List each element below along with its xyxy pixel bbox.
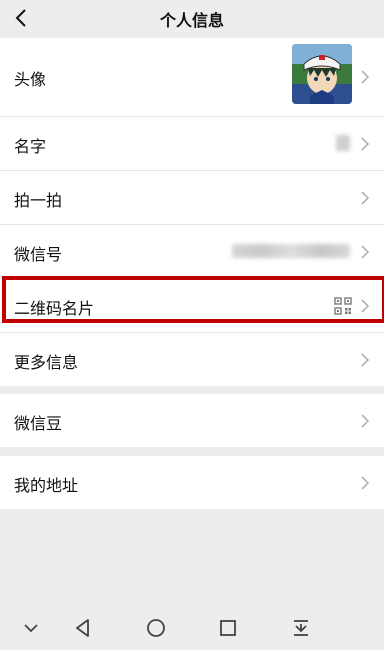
row-name[interactable]: 名字 — [0, 117, 384, 171]
row-label: 名字 — [14, 137, 47, 156]
row-label: 拍一拍 — [14, 191, 63, 210]
chevron-right-icon — [361, 191, 370, 205]
top-bar: 个人信息 — [0, 0, 384, 37]
row-label: 微信豆 — [14, 414, 63, 433]
row-more-info[interactable]: 更多信息 — [0, 333, 384, 386]
blurred-name-value — [336, 135, 350, 151]
row-avatar[interactable]: 头像 — [0, 38, 384, 117]
row-pat[interactable]: 拍一拍 — [0, 171, 384, 225]
beans-group: 微信豆 — [0, 394, 384, 447]
row-label: 更多信息 — [14, 353, 79, 372]
row-wechat-beans[interactable]: 微信豆 — [0, 394, 384, 447]
avatar-image — [292, 44, 352, 104]
notification-pull-icon[interactable] — [290, 617, 312, 639]
row-label: 微信号 — [14, 245, 63, 264]
row-my-address[interactable]: 我的地址 — [0, 456, 384, 509]
chevron-right-icon — [361, 70, 370, 84]
row-wechat-id[interactable]: 微信号 — [0, 225, 384, 279]
row-label: 我的地址 — [14, 476, 79, 495]
page-title: 个人信息 — [159, 11, 224, 30]
chevron-right-icon — [361, 137, 370, 151]
recents-square-icon[interactable] — [217, 617, 239, 639]
row-label: 头像 — [14, 70, 47, 89]
chevron-right-icon — [361, 414, 370, 428]
highlight-box — [2, 276, 384, 323]
avatar[interactable] — [292, 44, 352, 104]
address-group: 我的地址 — [0, 456, 384, 509]
chevron-right-icon — [361, 245, 370, 259]
chevron-right-icon — [361, 353, 370, 367]
collapse-down-icon[interactable] — [20, 617, 42, 639]
chevron-right-icon — [361, 476, 370, 490]
blurred-wechat-id-value — [232, 244, 350, 258]
back-triangle-icon[interactable] — [72, 617, 94, 639]
profile-group: 头像 名字 拍一拍 微信号 二维码名片 更多信息 — [0, 38, 384, 386]
home-circle-icon[interactable] — [145, 617, 167, 639]
system-nav-bar — [0, 605, 384, 650]
